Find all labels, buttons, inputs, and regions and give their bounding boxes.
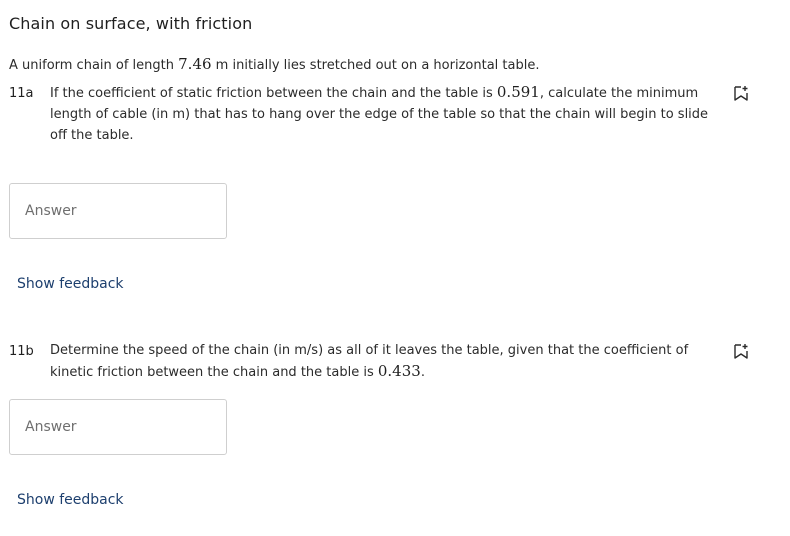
intro-text-after: m initially lies stretched out on a hori… [211, 58, 540, 73]
question-text-before: If the coefficient of static friction be… [50, 86, 497, 101]
question-text-11a: If the coefficient of static friction be… [50, 82, 710, 146]
show-feedback-link-11b[interactable]: Show feedback [17, 492, 124, 508]
question-label-11b: 11b [9, 344, 34, 359]
question-text-11b: Determine the speed of the chain (in m/s… [50, 340, 710, 383]
kinetic-friction-value: 0.433 [377, 362, 421, 380]
question-label-11a: 11a [9, 86, 34, 101]
chain-length-value: 7.46 [178, 55, 212, 73]
question-page: Chain on surface, with friction A unifor… [0, 0, 790, 536]
show-feedback-link-11a[interactable]: Show feedback [17, 276, 124, 292]
static-friction-value: 0.591 [496, 83, 540, 101]
question-text-after: . [420, 365, 425, 380]
answer-input-11a[interactable] [9, 183, 227, 239]
page-title: Chain on surface, with friction [9, 14, 253, 33]
problem-intro: A uniform chain of length 7.46 m initial… [9, 56, 539, 74]
intro-text-before: A uniform chain of length [9, 58, 179, 73]
bookmark-add-icon[interactable] [732, 342, 750, 360]
bookmark-add-icon[interactable] [732, 84, 750, 102]
question-text-before: Determine the speed of the chain (in m/s… [50, 343, 689, 380]
answer-input-11b[interactable] [9, 399, 227, 455]
